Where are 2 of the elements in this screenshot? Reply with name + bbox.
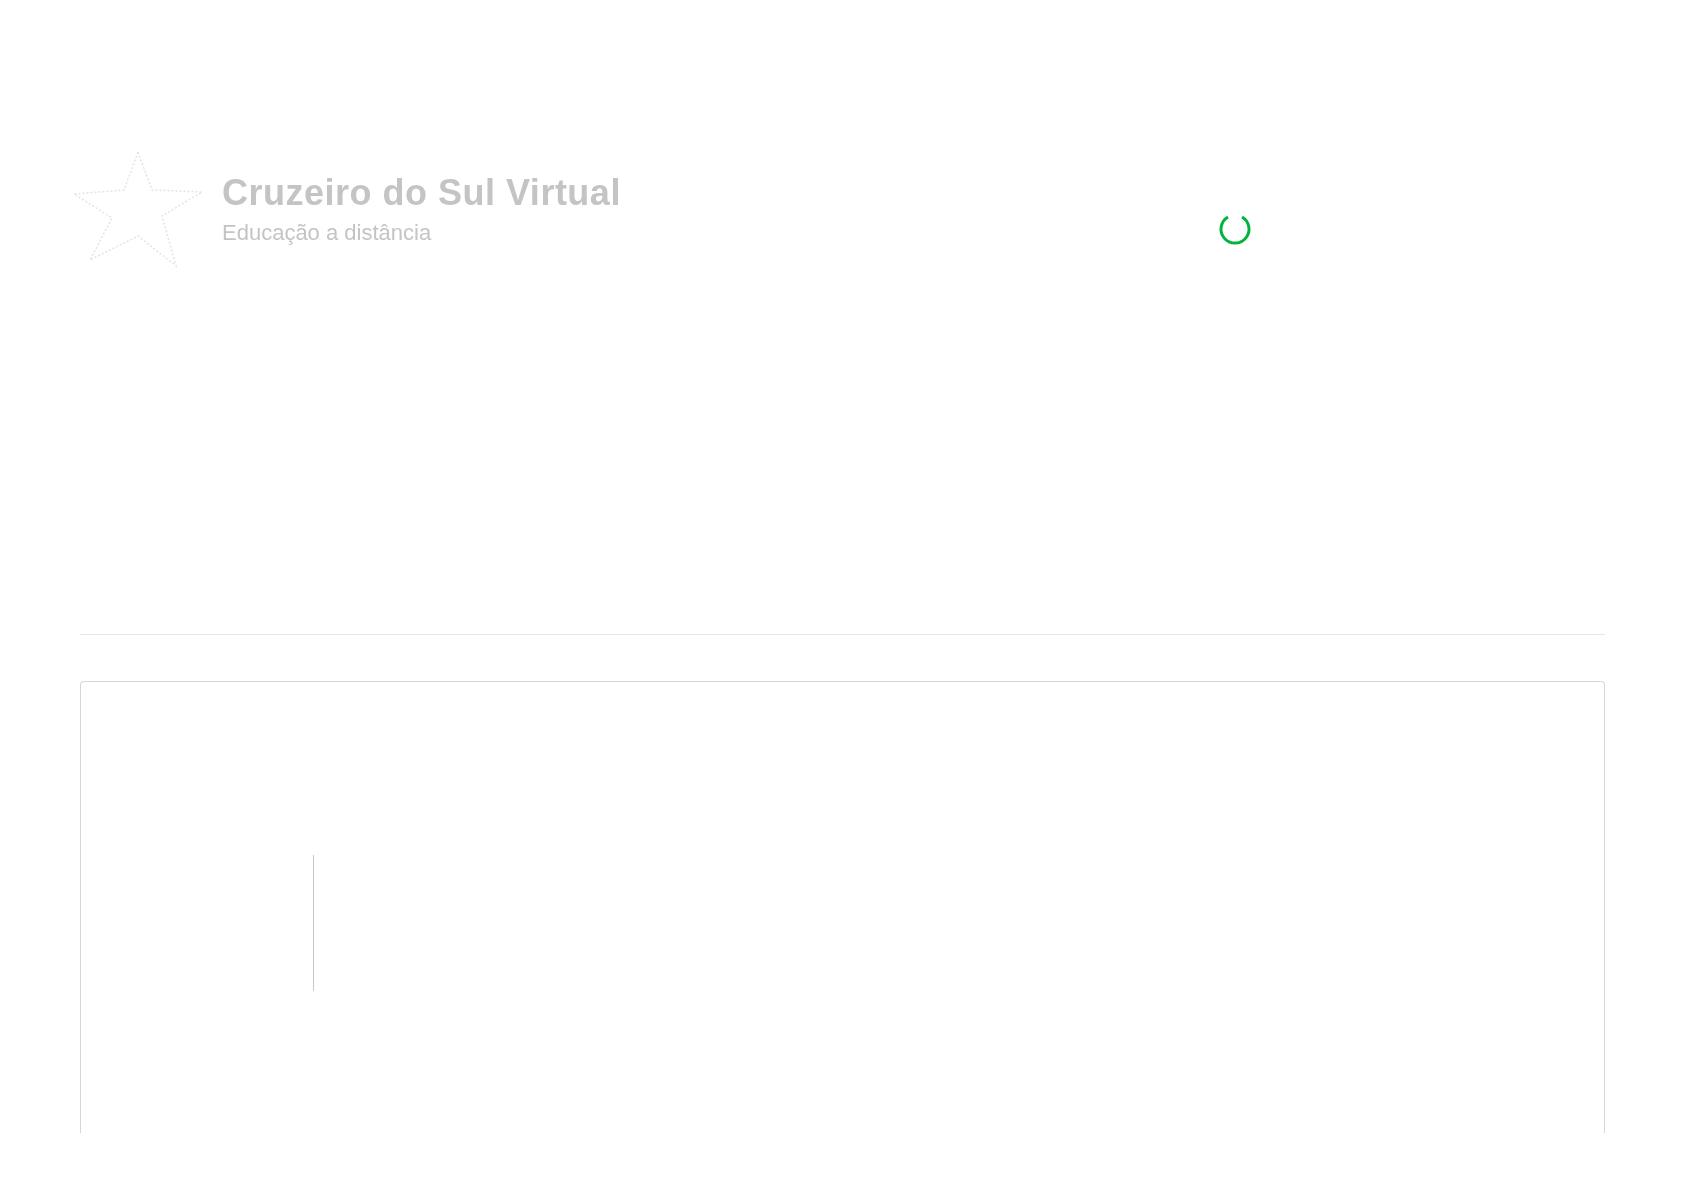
brand-tagline: Educação a distância: [222, 220, 433, 246]
brand-name: Cruzeiro do Sul Virtual: [222, 172, 621, 214]
